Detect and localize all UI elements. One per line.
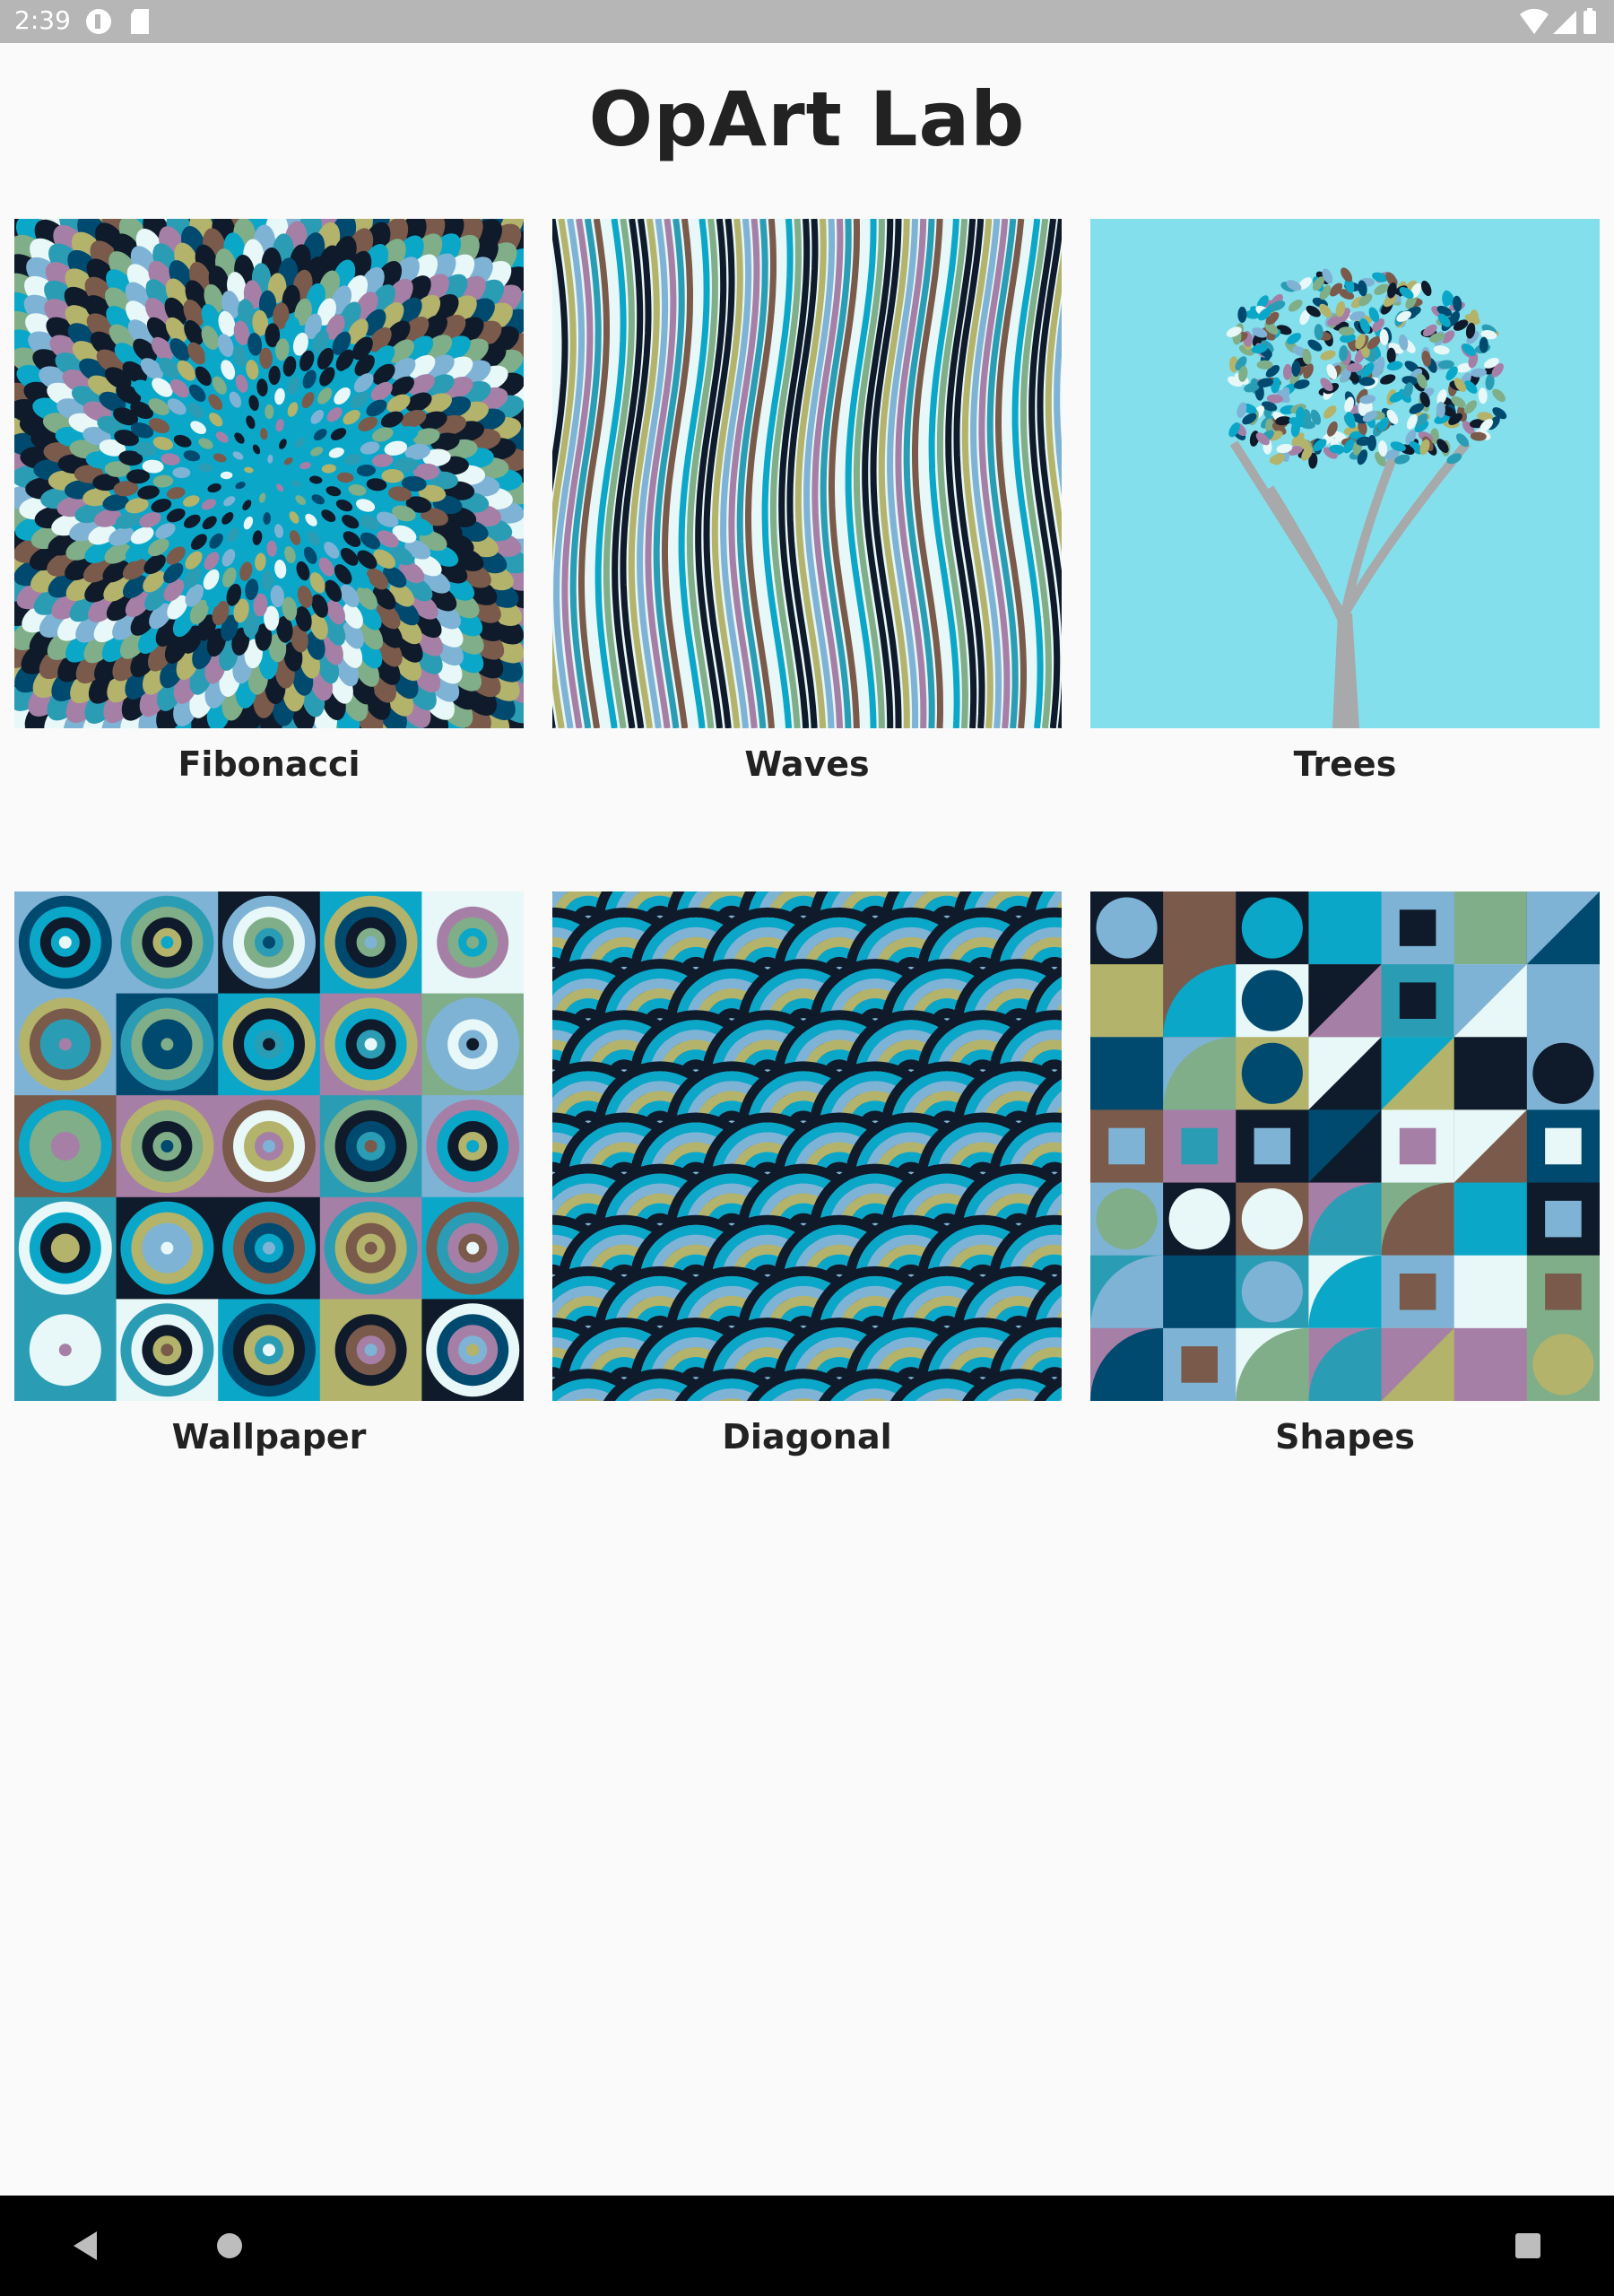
status-bar: 2:39	[0, 0, 1614, 43]
shapes-image	[1090, 891, 1600, 1401]
wallpaper-image	[14, 891, 524, 1401]
status-time: 2:39	[14, 5, 71, 35]
waves-label: Waves	[744, 744, 870, 784]
back-button[interactable]	[32, 2196, 140, 2296]
fibonacci-label: Fibonacci	[178, 744, 360, 784]
battery-icon	[1584, 8, 1596, 34]
fibonacci-image	[14, 219, 524, 728]
fibonacci-tile[interactable]	[14, 219, 524, 728]
wifi-icon	[1520, 8, 1549, 35]
trees-image	[1090, 219, 1600, 728]
wallpaper-tile[interactable]	[14, 891, 524, 1401]
shapes-label: Shapes	[1275, 1417, 1415, 1457]
home-icon	[217, 2233, 242, 2258]
trees-tile[interactable]	[1090, 219, 1600, 728]
signal-icon	[1553, 11, 1576, 34]
wallpaper-label: Wallpaper	[171, 1417, 367, 1457]
recents-button[interactable]	[1474, 2196, 1582, 2296]
waves-image	[552, 219, 1062, 728]
app-title: OpArt Lab	[588, 75, 1026, 163]
waves-tile[interactable]	[552, 219, 1062, 728]
trees-label: Trees	[1293, 744, 1397, 784]
notification-app-icon	[86, 9, 111, 34]
recents-icon	[1515, 2233, 1540, 2258]
navigation-bar	[0, 2196, 1614, 2296]
diagonal-image	[552, 891, 1062, 1401]
back-icon	[74, 2231, 97, 2260]
diagonal-label: Diagonal	[722, 1417, 892, 1457]
diagonal-tile[interactable]	[552, 891, 1062, 1401]
sd-card-icon	[131, 9, 149, 34]
shapes-tile[interactable]	[1090, 891, 1600, 1401]
home-button[interactable]	[176, 2196, 283, 2296]
